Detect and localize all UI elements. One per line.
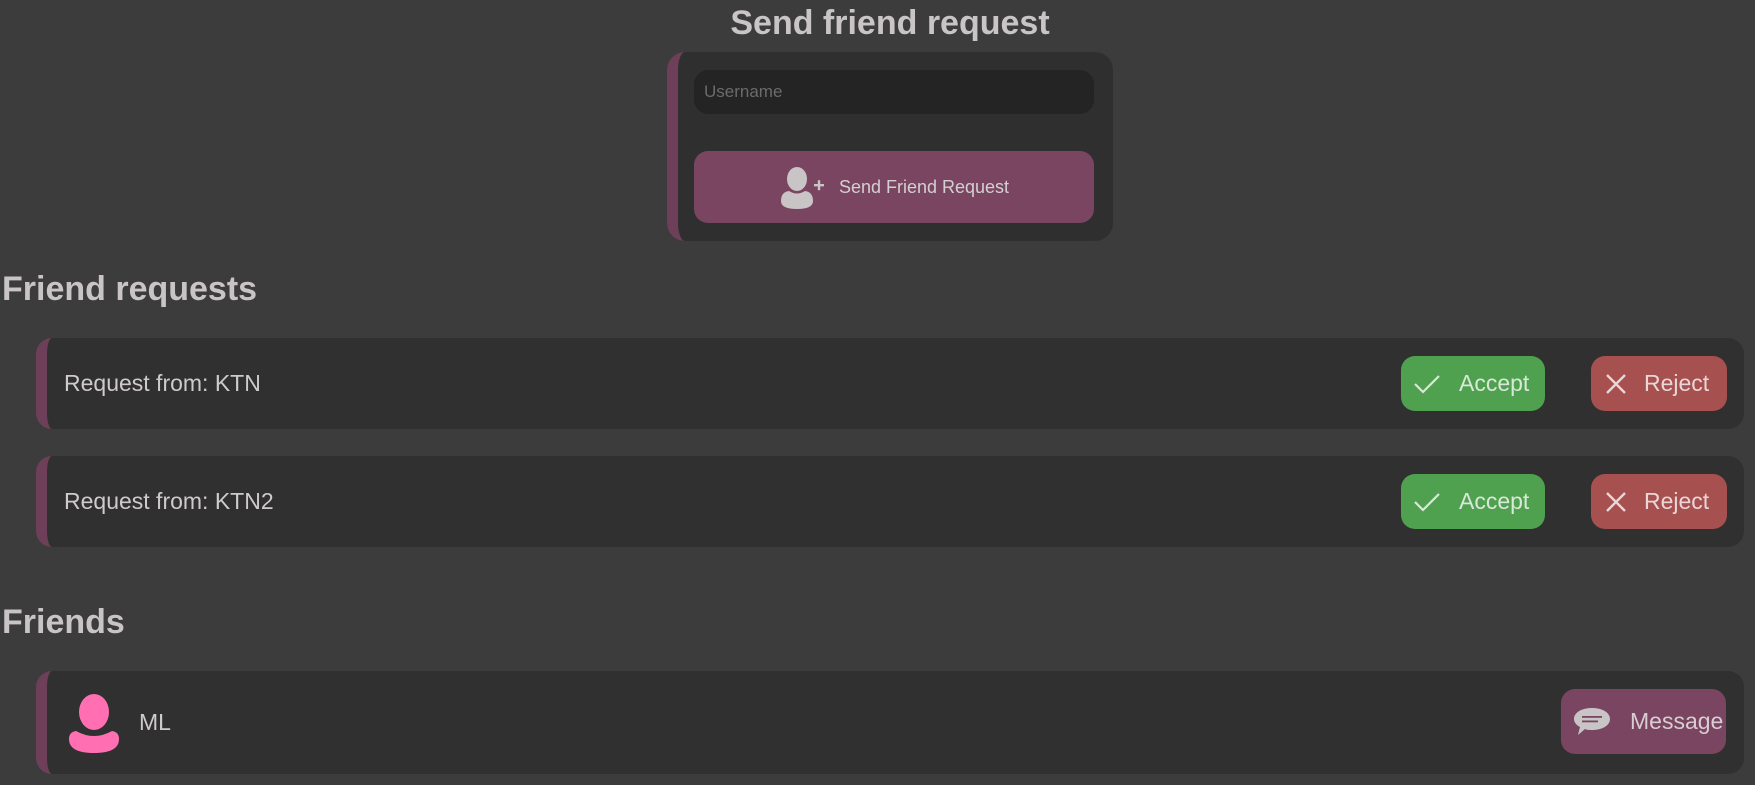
friend-requests-title: Friend requests bbox=[2, 270, 258, 308]
request-text: Request from: KTN2 bbox=[64, 488, 274, 514]
reject-label: Reject bbox=[1644, 488, 1710, 514]
friend-request-row: Request from: KTN Accept Reject bbox=[36, 338, 1744, 429]
send-friend-request-button[interactable]: Send Friend Request bbox=[694, 151, 1094, 223]
chat-bubble-icon bbox=[1572, 706, 1612, 738]
username-input[interactable] bbox=[694, 70, 1094, 114]
accept-button[interactable]: Accept bbox=[1401, 474, 1545, 529]
friend-name: ML bbox=[139, 709, 171, 735]
request-text: Request from: KTN bbox=[64, 370, 261, 396]
close-icon bbox=[1604, 372, 1628, 396]
message-button[interactable]: Message bbox=[1561, 689, 1726, 754]
friend-request-row: Request from: KTN2 Accept Reject bbox=[36, 456, 1744, 547]
check-icon bbox=[1413, 373, 1441, 395]
send-friend-request-label: Send Friend Request bbox=[838, 176, 1010, 197]
close-icon bbox=[1604, 490, 1628, 514]
check-icon bbox=[1413, 491, 1441, 513]
accept-label: Accept bbox=[1459, 370, 1530, 396]
send-request-title: Send friend request bbox=[730, 4, 1050, 42]
send-request-panel: Send Friend Request bbox=[667, 52, 1113, 241]
reject-label: Reject bbox=[1644, 370, 1710, 396]
user-avatar-icon bbox=[67, 693, 121, 755]
add-user-icon bbox=[779, 165, 825, 209]
accept-label: Accept bbox=[1459, 488, 1530, 514]
friends-title: Friends bbox=[2, 603, 125, 641]
accept-button[interactable]: Accept bbox=[1401, 356, 1545, 411]
reject-button[interactable]: Reject bbox=[1591, 356, 1727, 411]
reject-button[interactable]: Reject bbox=[1591, 474, 1727, 529]
message-label: Message bbox=[1630, 708, 1724, 734]
friend-row: ML Message bbox=[36, 671, 1744, 774]
